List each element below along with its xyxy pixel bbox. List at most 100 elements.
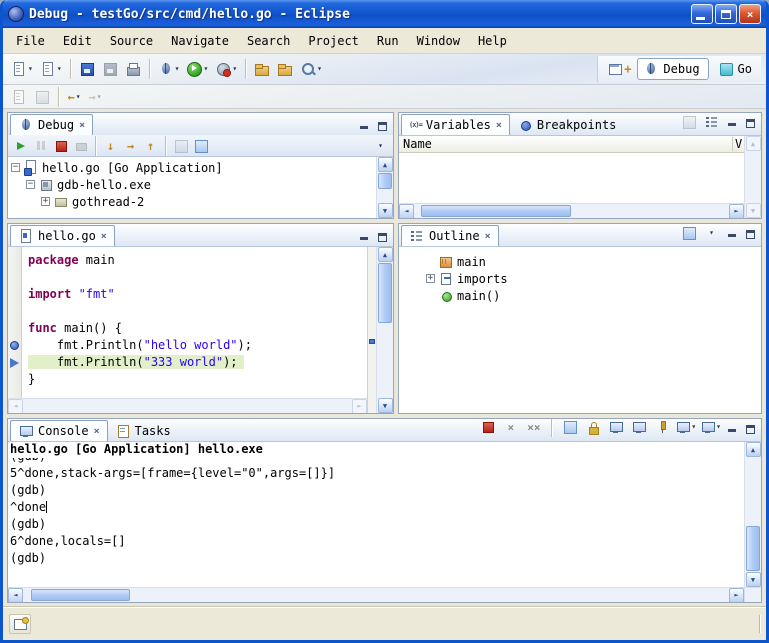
- open-resource-button[interactable]: [274, 58, 296, 81]
- resume-button[interactable]: [11, 136, 30, 155]
- save-all-button[interactable]: [99, 58, 121, 81]
- scroll-up-icon[interactable]: ▲: [746, 442, 761, 457]
- variables-table-body[interactable]: [399, 153, 744, 203]
- search-button[interactable]: ▾: [297, 58, 325, 81]
- scroll-left-icon[interactable]: ◄: [8, 588, 23, 603]
- scroll-down-icon[interactable]: ▼: [378, 203, 393, 218]
- back-button[interactable]: ←▾: [64, 85, 84, 108]
- menu-item-window[interactable]: Window: [408, 31, 469, 51]
- view-menu-button[interactable]: ▾: [702, 223, 721, 242]
- tab-editor-hello-go[interactable]: hello.go ×: [10, 225, 115, 246]
- maximize-view-button[interactable]: [375, 229, 389, 242]
- terminate-button[interactable]: [478, 418, 497, 437]
- debug-launch-button[interactable]: ▾: [155, 58, 183, 81]
- close-tab-icon[interactable]: ×: [485, 231, 491, 242]
- minimize-view-button[interactable]: [725, 115, 739, 128]
- menu-item-edit[interactable]: Edit: [54, 31, 101, 51]
- scroll-up-icon[interactable]: ▲: [746, 136, 761, 151]
- scroll-down-icon[interactable]: ▼: [746, 572, 761, 587]
- scroll-right-icon[interactable]: ►: [729, 204, 744, 219]
- tab-console[interactable]: Console ×: [10, 420, 108, 441]
- scrollbar-thumb[interactable]: [378, 173, 392, 189]
- use-step-filters-button[interactable]: [191, 136, 210, 155]
- minimize-view-button[interactable]: [725, 226, 739, 239]
- display-selected-console-button[interactable]: ▾: [675, 418, 696, 437]
- close-tab-icon[interactable]: ×: [496, 120, 502, 131]
- column-header-name[interactable]: Name: [399, 137, 732, 151]
- editor-horizontal-scrollbar[interactable]: ◄ ►: [8, 398, 367, 413]
- close-tab-icon[interactable]: ×: [94, 426, 100, 437]
- terminate-button[interactable]: [51, 136, 70, 155]
- suspend-button[interactable]: [31, 136, 50, 155]
- outline-item-imports[interactable]: + imports: [423, 270, 761, 287]
- code-line[interactable]: func main() {: [28, 321, 367, 338]
- tab-tasks[interactable]: Tasks: [108, 420, 178, 441]
- new-go-element-button[interactable]: ▾: [37, 58, 65, 81]
- outline-tree[interactable]: main + imports main(): [399, 247, 761, 413]
- menu-item-file[interactable]: File: [7, 31, 54, 51]
- drop-to-frame-button[interactable]: [171, 136, 190, 155]
- code-line[interactable]: [28, 270, 367, 287]
- maximize-view-button[interactable]: [743, 421, 757, 434]
- pin-console-button[interactable]: [652, 418, 671, 437]
- code-line[interactable]: import "fmt": [28, 287, 367, 304]
- menu-item-navigate[interactable]: Navigate: [162, 31, 238, 51]
- print-button[interactable]: [122, 58, 144, 81]
- close-tab-icon[interactable]: ×: [101, 231, 107, 242]
- next-annotation-button[interactable]: [31, 85, 53, 108]
- open-folder-button[interactable]: [251, 58, 273, 81]
- console-output[interactable]: (gdb) 5^done,stack-args=[frame={level="0…: [8, 458, 744, 568]
- code-line-current[interactable]: fmt.Println("333 world");: [28, 355, 367, 372]
- debug-vertical-scrollbar[interactable]: ▲ ▼: [376, 157, 393, 218]
- code-line[interactable]: fmt.Println("hello world");: [28, 338, 367, 355]
- scroll-lock-button[interactable]: [583, 418, 602, 437]
- expander-icon[interactable]: +: [41, 197, 50, 206]
- tab-breakpoints[interactable]: Breakpoints: [510, 114, 623, 135]
- fast-view-button[interactable]: [9, 614, 31, 634]
- console-horizontal-scrollbar[interactable]: ◄ ►: [8, 587, 744, 602]
- maximize-view-button[interactable]: [743, 115, 757, 128]
- scroll-up-icon[interactable]: ▲: [378, 247, 393, 262]
- close-tab-icon[interactable]: ×: [79, 120, 85, 131]
- step-over-button[interactable]: →: [121, 136, 140, 155]
- maximize-view-button[interactable]: [375, 118, 389, 131]
- show-type-names-button[interactable]: [679, 112, 698, 131]
- run-launch-button[interactable]: ▾: [183, 58, 211, 81]
- scrollbar-thumb[interactable]: [31, 589, 130, 601]
- last-edit-location-button[interactable]: [8, 85, 30, 108]
- tab-variables[interactable]: (x)= Variables ×: [401, 114, 510, 135]
- maximize-view-button[interactable]: [743, 226, 757, 239]
- remove-launch-button[interactable]: ×: [501, 418, 520, 437]
- code-line[interactable]: }: [28, 372, 367, 389]
- external-tools-button[interactable]: ▾: [212, 58, 240, 81]
- view-menu-button[interactable]: ▾: [371, 136, 390, 155]
- scroll-right-icon[interactable]: ►: [729, 588, 744, 603]
- sort-button[interactable]: [679, 223, 698, 242]
- close-button[interactable]: ×: [739, 4, 761, 24]
- expander-icon[interactable]: +: [426, 274, 435, 283]
- scroll-down-icon[interactable]: ▼: [378, 398, 393, 413]
- scroll-up-icon[interactable]: ▲: [378, 157, 393, 172]
- collapse-all-button[interactable]: [702, 112, 721, 131]
- tree-item-process[interactable]: − gdb-hello.exe: [8, 176, 376, 193]
- show-stdout-button[interactable]: [606, 418, 625, 437]
- debug-tree[interactable]: − hello.go [Go Application] − gdb-hello.…: [8, 157, 376, 218]
- menu-item-help[interactable]: Help: [469, 31, 516, 51]
- code-line[interactable]: [28, 304, 367, 321]
- forward-button[interactable]: →▾: [85, 85, 105, 108]
- editor-marker-ruler[interactable]: [8, 247, 22, 398]
- step-into-button[interactable]: ↓: [101, 136, 120, 155]
- variables-vertical-scrollbar[interactable]: ▲ ▼: [744, 136, 761, 218]
- titlebar[interactable]: Debug - testGo/src/cmd/hello.go - Eclips…: [3, 0, 766, 28]
- overview-marker[interactable]: [369, 339, 375, 344]
- editor-vertical-scrollbar[interactable]: ▲ ▼: [376, 247, 393, 413]
- tab-debug[interactable]: Debug ×: [10, 114, 93, 135]
- open-perspective-button[interactable]: +: [604, 58, 634, 81]
- tab-outline[interactable]: Outline ×: [401, 225, 499, 246]
- open-console-button[interactable]: ▾: [700, 418, 721, 437]
- minimize-view-button[interactable]: [357, 118, 371, 131]
- clear-console-button[interactable]: [560, 418, 579, 437]
- scroll-down-icon[interactable]: ▼: [746, 203, 761, 218]
- column-header-value[interactable]: V: [732, 137, 744, 151]
- show-stderr-button[interactable]: [629, 418, 648, 437]
